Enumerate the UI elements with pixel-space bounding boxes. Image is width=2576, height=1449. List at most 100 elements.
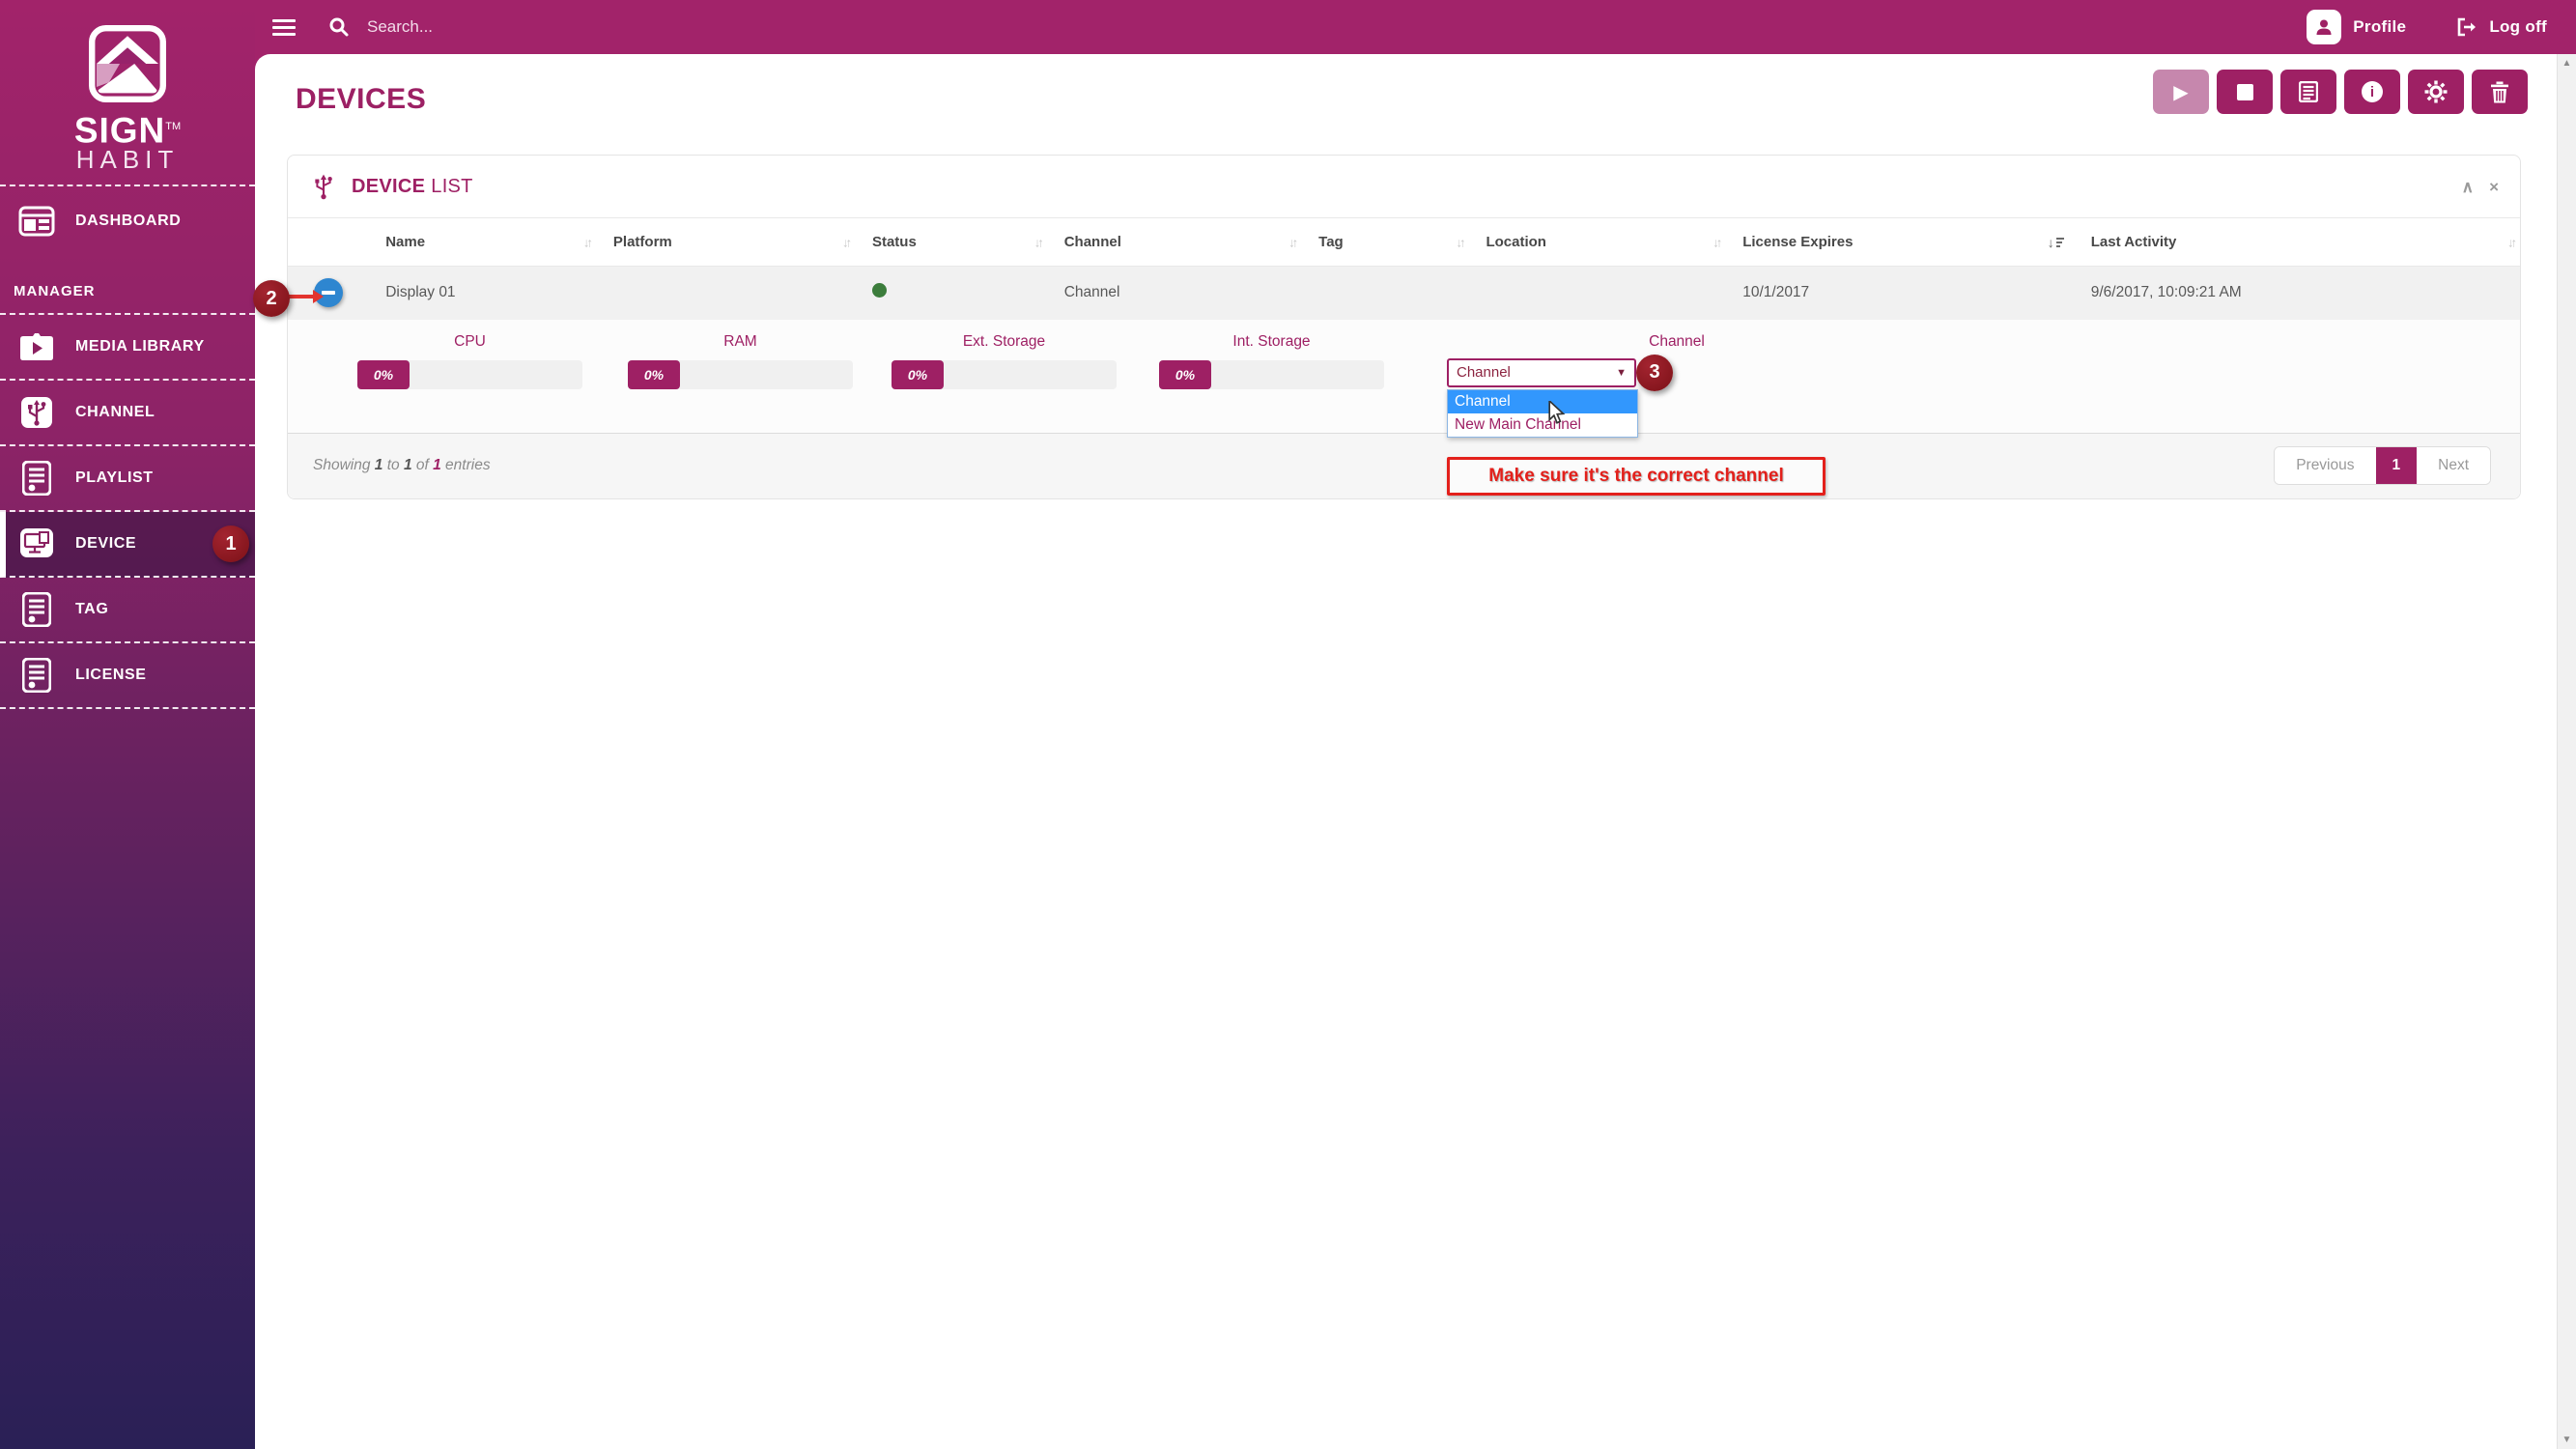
- sidebar-item-playlist[interactable]: PLAYLIST: [0, 446, 255, 512]
- sidebar-section-manager: MANAGER: [0, 256, 255, 315]
- annotation-callout: Make sure it's the correct channel: [1447, 457, 1826, 496]
- cell-status: [855, 267, 1047, 320]
- cpu-progressbar: 0%: [357, 360, 582, 389]
- sidebar-item-channel[interactable]: CHANNEL: [0, 381, 255, 446]
- channel-select[interactable]: Channel ▼: [1447, 358, 1636, 387]
- device-row[interactable]: Display 01 Channel 10/1/2017 9/6/2017, 1…: [288, 267, 2520, 320]
- sidebar-item-media-library[interactable]: MEDIA LIBRARY: [0, 315, 255, 381]
- profile-avatar-icon: [2307, 10, 2341, 44]
- step-badge-2: 2: [253, 280, 290, 317]
- column-header-tag[interactable]: Tag ↓↑: [1301, 218, 1468, 267]
- usb-icon: [309, 171, 338, 202]
- logo-text: SIGNTM: [74, 110, 181, 147]
- sort-icon: ↓↑: [2507, 235, 2514, 249]
- dropdown-option-new-main-channel[interactable]: New Main Channel: [1448, 413, 1637, 437]
- vertical-scrollbar[interactable]: ▲ ▼: [2557, 54, 2576, 1449]
- info-icon: i: [2362, 81, 2383, 102]
- sort-icon: ↓↑: [1288, 235, 1295, 249]
- channel-select-dropdown: Channel New Main Channel: [1447, 389, 1638, 438]
- showing-entries-text: Showing 1 to 1 of 1 entries: [313, 457, 491, 474]
- sidebar-item-label: LICENSE: [75, 667, 147, 684]
- main-content: DEVICES ▶ i: [255, 54, 2557, 1449]
- sort-desc-icon: ↓: [2048, 235, 2064, 250]
- profile-button[interactable]: Profile: [2307, 10, 2406, 44]
- sidebar-item-label: DEVICE: [75, 535, 136, 553]
- channel-assign-block: Channel Channel ▼ 3 Channel New Main Cha…: [1401, 320, 1952, 433]
- sort-icon: ↓↑: [1034, 235, 1041, 249]
- previous-page-button[interactable]: Previous: [2275, 447, 2375, 484]
- sort-icon: ↓↑: [1713, 235, 1719, 249]
- status-online-dot: [872, 283, 887, 298]
- column-header-name[interactable]: Name ↓↑: [368, 218, 596, 267]
- next-page-button[interactable]: Next: [2417, 447, 2490, 484]
- sidebar-item-dashboard[interactable]: DASHBOARD: [0, 186, 255, 256]
- media-library-icon: [17, 330, 56, 363]
- sidebar-item-label: TAG: [75, 601, 108, 618]
- device-table: Name ↓↑ Platform ↓↑ Status ↓↑ Channel: [288, 217, 2520, 433]
- close-panel-icon[interactable]: ×: [2489, 179, 2499, 195]
- report-icon: [2299, 81, 2318, 102]
- column-header-last-activity[interactable]: Last Activity ↓↑: [2074, 218, 2520, 267]
- page-title: DEVICES: [296, 83, 426, 116]
- sidebar-item-tag[interactable]: TAG: [0, 578, 255, 643]
- sidebar-item-label: CHANNEL: [75, 404, 155, 421]
- tag-icon: [17, 592, 56, 627]
- chevron-down-icon: ▼: [1616, 367, 1627, 379]
- step-badge-3: 3: [1636, 355, 1673, 391]
- cell-platform: [596, 267, 855, 320]
- play-button[interactable]: ▶: [2153, 70, 2209, 114]
- logoff-label: Log off: [2489, 17, 2547, 37]
- logoff-icon: [2456, 17, 2477, 37]
- mouse-cursor: [1546, 401, 1568, 426]
- settings-icon: [2424, 80, 2448, 103]
- sidebar-item-device[interactable]: DEVICE 1: [0, 512, 255, 578]
- dropdown-option-channel[interactable]: Channel: [1448, 390, 1637, 413]
- ram-progressbar: 0%: [628, 360, 853, 389]
- sort-icon: ↓↑: [583, 235, 590, 249]
- panel-title: DEVICELIST: [352, 176, 473, 198]
- logoff-button[interactable]: Log off: [2456, 17, 2547, 37]
- ram-meter: RAM 0%: [628, 320, 853, 389]
- profile-label: Profile: [2353, 17, 2406, 37]
- report-button[interactable]: [2280, 70, 2336, 114]
- cell-last-activity: 9/6/2017, 10:09:21 AM: [2074, 267, 2520, 320]
- panel-header: DEVICELIST ∧ ×: [288, 156, 2520, 217]
- sort-icon: ↓↑: [842, 235, 849, 249]
- sort-icon: ↓↑: [1456, 235, 1462, 249]
- column-header-license-expires[interactable]: License Expires ↓: [1725, 218, 2074, 267]
- hamburger-menu-icon[interactable]: [272, 15, 296, 40]
- play-icon: ▶: [2173, 80, 2188, 104]
- cell-location: [1468, 267, 1725, 320]
- ext-storage-progressbar: 0%: [892, 360, 1117, 389]
- int-storage-progressbar: 0%: [1159, 360, 1384, 389]
- search-input[interactable]: [367, 17, 773, 37]
- search-icon[interactable]: [328, 16, 350, 38]
- cpu-meter: CPU 0%: [357, 320, 582, 389]
- channel-icon: [17, 396, 56, 429]
- scroll-up-icon[interactable]: ▲: [2562, 58, 2572, 69]
- topbar: Profile Log off: [0, 0, 2576, 54]
- sidebar-item-label: PLAYLIST: [75, 469, 154, 487]
- settings-button[interactable]: [2408, 70, 2464, 114]
- info-button[interactable]: i: [2344, 70, 2400, 114]
- column-header-status[interactable]: Status ↓↑: [855, 218, 1047, 267]
- scroll-down-icon[interactable]: ▼: [2562, 1435, 2572, 1445]
- pagination: Previous 1 Next: [2274, 446, 2491, 485]
- logo: SIGNTM HABIT: [0, 0, 255, 186]
- expander-cell: [288, 267, 368, 320]
- page-1-button[interactable]: 1: [2376, 447, 2418, 484]
- delete-button[interactable]: [2472, 70, 2528, 114]
- trash-icon: [2490, 81, 2509, 103]
- playlist-icon: [17, 461, 56, 496]
- device-detail-row: CPU 0% RAM 0%: [288, 320, 2520, 433]
- sidebar-item-license[interactable]: LICENSE: [0, 643, 255, 709]
- logo-subtext: HABIT: [76, 147, 180, 172]
- column-header-platform[interactable]: Platform ↓↑: [596, 218, 855, 267]
- column-header-location[interactable]: Location ↓↑: [1468, 218, 1725, 267]
- step-badge-1: 1: [212, 526, 249, 562]
- license-icon: [17, 658, 56, 693]
- stop-button[interactable]: [2217, 70, 2273, 114]
- collapse-panel-icon[interactable]: ∧: [2462, 179, 2474, 195]
- signhabit-logo-icon: [88, 25, 167, 102]
- column-header-channel[interactable]: Channel ↓↑: [1047, 218, 1301, 267]
